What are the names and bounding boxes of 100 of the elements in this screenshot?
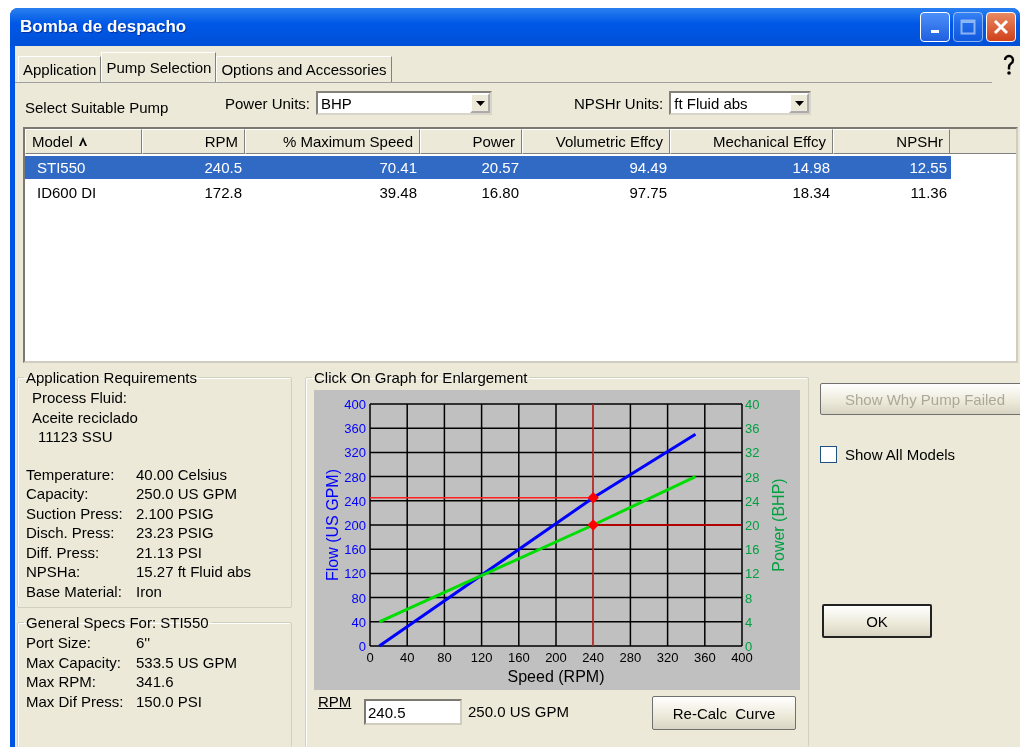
field-value: 150.0 PSI [136, 691, 203, 711]
field-label: Diff. Press: [26, 542, 101, 562]
y2-tick-label: 40 [745, 397, 760, 412]
y-tick-label: 80 [351, 590, 366, 606]
group-title: General Specs For: STI550 [25, 614, 210, 631]
table-cell-text: 18.34 [791, 183, 831, 203]
field-label: Temperature: [26, 464, 116, 484]
table-cell-text: 16.80 [480, 183, 520, 203]
npshr-units-label: NPSHr Units: [574, 94, 664, 112]
minimize-button[interactable] [920, 12, 950, 42]
x-tick-label: 0 [366, 650, 374, 665]
field-value: 21.13 PSI [136, 542, 203, 562]
tab[interactable]: Application [18, 56, 102, 82]
caret-icon [794, 100, 804, 106]
close-button[interactable] [986, 12, 1016, 42]
field-label: Disch. Press: [26, 523, 116, 543]
table-cell-text: 20.57 [480, 158, 520, 178]
x-tick-label: 40 [399, 650, 415, 665]
x-tick-label: 80 [437, 650, 452, 665]
help-icon[interactable] [1002, 54, 1016, 76]
table-row[interactable]: STI550 240.5 70.41 20.57 94.49 14.98 12.55 [25, 156, 951, 179]
y2-tick-label: 28 [745, 469, 760, 485]
table-cell-text: 97.75 [628, 183, 668, 203]
table-cell-text: 12.55 [908, 158, 948, 178]
x-tick-label: 240 [582, 650, 605, 665]
table-cell-text: 94.49 [628, 158, 668, 178]
y-tick-label: 120 [344, 566, 366, 582]
column-header[interactable]: Model [25, 129, 142, 154]
y-tick-label: 360 [344, 421, 366, 437]
maximize-button[interactable] [953, 12, 983, 42]
rpm-input[interactable]: 240.5 [364, 699, 462, 725]
table-cell-text: 11.36 [909, 183, 948, 203]
field-value: 6'' [136, 633, 152, 653]
minimize-icon [931, 30, 939, 33]
power-units-dropdown[interactable]: BHP [316, 91, 493, 115]
table-cell-text: ID600 DI [36, 183, 98, 203]
table-row[interactable]: ID600 DI 172.8 39.48 16.80 97.75 18.34 11.36 [25, 181, 1016, 204]
field-label: Process Fluid: [31, 388, 129, 408]
ok-button[interactable]: OK [822, 604, 932, 638]
column-header[interactable]: Power [420, 129, 522, 154]
y2-axis-title: Power (BHP) [770, 478, 787, 572]
field-value: Iron [136, 581, 163, 601]
column-header[interactable]: RPM [142, 129, 245, 154]
field-label: Base Material: [26, 581, 123, 601]
table-cell-text: 240.5 [203, 158, 243, 178]
field-value: 15.27 ft Fluid abs [136, 562, 253, 582]
x-tick-label: 200 [545, 650, 567, 665]
column-header[interactable]: NPSHr [833, 129, 950, 154]
x-tick-label: 320 [656, 650, 679, 665]
npshr-units-dropdown[interactable]: ft Fluid abs [669, 91, 812, 115]
window-title: Bomba de despacho [20, 17, 187, 37]
table-cell-text: 70.41 [378, 158, 418, 178]
checkbox[interactable] [820, 446, 837, 463]
power-units-label: Power Units: [225, 94, 311, 112]
column-header[interactable]: Volumetric Effcy [522, 129, 670, 154]
group-title: Application Requirements [25, 369, 198, 386]
field-value: 2.100 PSIG [136, 503, 215, 523]
column-header[interactable]: % Maximum Speed [245, 129, 420, 154]
tab[interactable]: Options and Accessories [216, 56, 392, 82]
y2-tick-label: 36 [745, 421, 760, 437]
y-tick-label: 400 [344, 397, 366, 412]
group-title: Click On Graph for Enlargement [313, 369, 529, 386]
operating-point-marker [587, 519, 599, 531]
x-tick-label: 160 [507, 650, 530, 665]
y-tick-label: 40 [351, 614, 366, 630]
y2-tick-label: 12 [745, 566, 760, 582]
recalc-curve-button[interactable]: Re-Calc Curve [652, 696, 796, 730]
y-tick-label: 240 [344, 493, 366, 509]
x-tick-label: 360 [693, 650, 716, 665]
y-axis-title: Flow (US GPM) [324, 469, 341, 581]
y-tick-label: 280 [344, 469, 366, 485]
close-icon [993, 19, 1009, 35]
field-value: 533.5 US GPM [136, 652, 238, 672]
x-tick-label: 120 [470, 650, 493, 665]
viscosity-text: 11123 SSU [37, 427, 114, 447]
checkbox-label: Show All Models [845, 446, 956, 463]
y2-tick-label: 16 [745, 542, 760, 558]
select-pump-label: Select Suitable Pump [25, 97, 170, 116]
tab[interactable]: Pump Selection [101, 52, 217, 82]
y2-tick-label: 32 [745, 445, 760, 461]
fluid-name: Aceite reciclado [31, 407, 139, 427]
y-tick-label: 200 [344, 518, 366, 533]
y-tick-label: 320 [344, 445, 366, 461]
table-cell-text: 39.48 [378, 183, 418, 203]
caret-icon [475, 100, 485, 106]
y-tick-label: 160 [344, 542, 366, 558]
field-label: NPSHa: [26, 562, 82, 582]
table-cell-text: STI550 [36, 158, 87, 178]
field-value: 250.0 US GPM [136, 484, 238, 504]
table-cell-text: 14.98 [791, 158, 831, 178]
field-label: Port Size: [26, 633, 93, 653]
column-header[interactable]: Mechanical Effcy [670, 129, 833, 154]
y2-tick-label: 4 [745, 614, 753, 630]
rpm-label: RPM [317, 693, 353, 710]
field-label: Max Dif Press: [26, 691, 125, 711]
field-value: 40.00 Celsius [136, 464, 228, 484]
y2-tick-label: 20 [745, 518, 760, 533]
field-label: Capacity: [26, 484, 90, 504]
operating-point-marker [587, 492, 599, 504]
y-tick-label: 0 [358, 639, 366, 654]
